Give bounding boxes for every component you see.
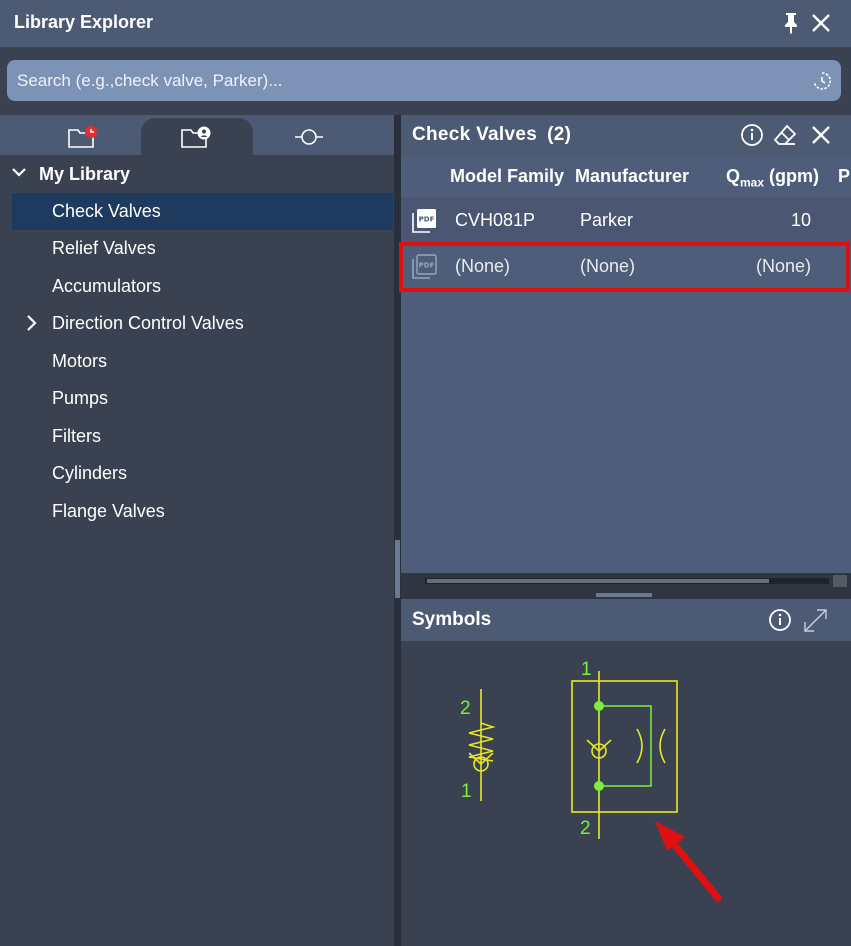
table-row[interactable]: PDF CVH081P Parker 10: [401, 197, 851, 243]
tree-item-motors[interactable]: Motors: [12, 343, 393, 380]
tree-item-label: Relief Valves: [52, 238, 156, 258]
results-table: Model Family Manufacturer Qmax (gpm) P P…: [401, 155, 851, 585]
chevron-right-icon[interactable]: [24, 314, 40, 332]
tree-item-pumps[interactable]: Pumps: [12, 380, 393, 417]
tree-item-filters[interactable]: Filters: [12, 418, 393, 455]
tree-item-label: Motors: [52, 351, 108, 371]
tab-components[interactable]: [253, 118, 365, 155]
symbols-title: Symbols: [412, 609, 492, 630]
pdf-icon[interactable]: PDF: [410, 207, 438, 234]
tree-item-check-valves[interactable]: Check Valves: [12, 193, 393, 230]
cell-manufacturer: Parker: [580, 210, 634, 230]
library-panel: My Library Check Valves Relief Valves Ac…: [0, 115, 394, 946]
symbols-view: 2 1 1 2: [401, 641, 851, 946]
tree-item-flange-valves[interactable]: Flange Valves: [12, 493, 393, 530]
vertical-splitter[interactable]: [401, 591, 851, 599]
results-count: (2): [547, 124, 572, 145]
symbols-header: Symbols: [401, 599, 851, 641]
tab-recent-library[interactable]: [28, 118, 140, 155]
port-label: 2: [580, 818, 591, 839]
search-input[interactable]: [17, 60, 807, 101]
tab-my-library[interactable]: [141, 118, 253, 155]
folder-user-icon: [181, 126, 211, 148]
pin-icon[interactable]: [780, 11, 802, 35]
tree-item-label: Check Valves: [52, 201, 161, 221]
results-panel: Check Valves (2) Model Family Manufacture…: [399, 115, 851, 946]
column-header-model-family[interactable]: Model Family: [450, 166, 564, 187]
expand-icon[interactable]: [802, 607, 829, 634]
cell-qmax: 10: [790, 210, 811, 230]
results-header: Check Valves (2): [401, 115, 851, 155]
column-header-qmax[interactable]: Qmax (gpm): [726, 166, 819, 190]
tree-item-accumulators[interactable]: Accumulators: [12, 268, 393, 305]
title-bar: Library Explorer: [0, 0, 851, 47]
symbol-circle-icon: [295, 128, 323, 145]
panel-splitter[interactable]: [394, 115, 401, 946]
chevron-down-icon[interactable]: [10, 163, 28, 181]
tree-item-label: Pumps: [52, 388, 109, 408]
symbol-spring-check-valve[interactable]: 2 1: [460, 689, 496, 802]
folder-recent-icon: [68, 125, 97, 148]
tree-root-my-library[interactable]: My Library: [0, 155, 394, 192]
horizontal-scrollbar[interactable]: [401, 573, 851, 591]
table-header: Model Family Manufacturer Qmax (gpm) P: [401, 155, 851, 197]
tree-item-label: Filters: [52, 426, 101, 446]
scrollbar-thumb[interactable]: [427, 579, 769, 583]
tree-root-label: My Library: [39, 164, 131, 184]
column-header-manufacturer[interactable]: Manufacturer: [575, 166, 689, 187]
history-icon[interactable]: [811, 70, 833, 92]
eraser-icon[interactable]: [773, 123, 797, 147]
symbols-canvas: 2 1 1 2: [460, 659, 722, 902]
library-tabs: [0, 115, 394, 155]
tree-item-label: Flange Valves: [52, 501, 165, 521]
svg-text:PDF: PDF: [419, 216, 435, 224]
info-icon[interactable]: [768, 608, 792, 632]
tree-item-label: Direction Control Valves: [52, 313, 244, 333]
search-bar: [0, 47, 851, 115]
tree-item-cylinders[interactable]: Cylinders: [12, 455, 393, 492]
info-icon[interactable]: [740, 123, 764, 147]
window-title: Library Explorer: [14, 12, 154, 32]
close-icon[interactable]: [809, 123, 833, 147]
tree-item-direction-control-valves[interactable]: Direction Control Valves: [12, 305, 393, 342]
results-title: Check Valves (2): [412, 124, 572, 145]
symbol-check-valve-orifice[interactable]: 1 2: [571, 659, 678, 839]
search-box: [7, 60, 841, 101]
cell-model-family: CVH081P: [455, 210, 536, 230]
scroll-right-button[interactable]: [833, 575, 847, 587]
annotation-arrow: [655, 821, 722, 902]
splitter-grip[interactable]: [395, 540, 400, 598]
port-label: 1: [581, 659, 592, 680]
tree-item-label: Cylinders: [52, 463, 128, 483]
splitter-grip[interactable]: [596, 593, 652, 597]
port-label: 1: [461, 781, 472, 802]
highlight-box: [399, 242, 850, 292]
port-label: 2: [460, 698, 471, 719]
tree-item-relief-valves[interactable]: Relief Valves: [12, 230, 393, 267]
tree-item-label: Accumulators: [52, 276, 162, 296]
close-icon[interactable]: [810, 12, 832, 34]
column-header-next[interactable]: P: [838, 166, 850, 187]
